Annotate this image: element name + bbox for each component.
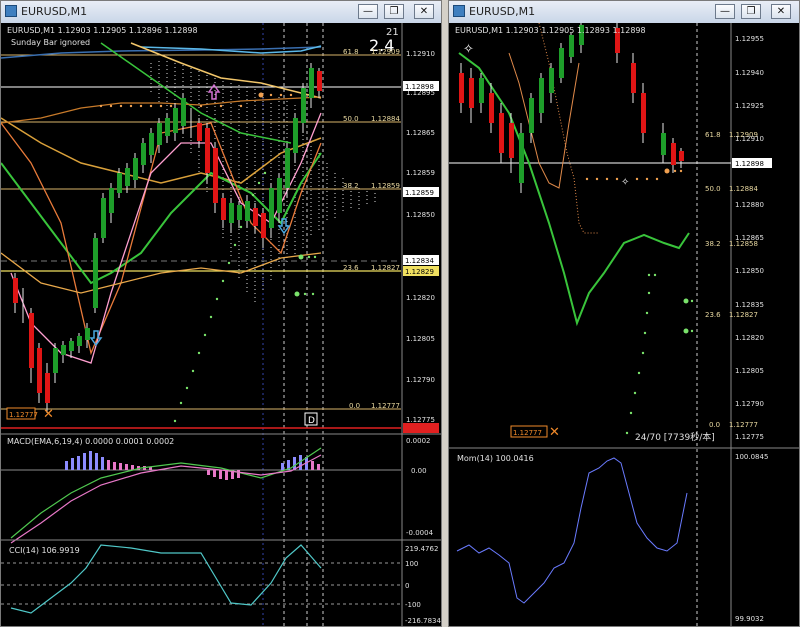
sar-dots	[625, 273, 694, 435]
fib-price-label: 1.12859	[371, 182, 400, 190]
fib-price-label: 1.12884	[729, 185, 758, 193]
cci-axis-label: 0	[405, 582, 409, 590]
left-window-title: EURUSD,M1	[21, 5, 88, 18]
fib-price-label: 1.12909	[371, 48, 400, 56]
fib-level-label: 0.0	[709, 421, 720, 429]
price-axis-label: 1.12790	[406, 376, 435, 384]
resistance-dots	[585, 168, 683, 181]
price-axis-label: 1.12925	[735, 102, 764, 110]
cci-axis-label: -100	[405, 601, 421, 609]
bar-info: 24/70 [7739秒/本]	[635, 431, 715, 443]
close-button[interactable]: ✕	[771, 4, 791, 19]
low-price-label: 1.12777	[513, 429, 542, 437]
current-price-value: 1.12898	[405, 83, 434, 91]
fib-price-label: 1.12827	[371, 264, 400, 272]
price-axis-label: 1.12805	[406, 335, 435, 343]
price-axis-label: 1.12880	[735, 201, 764, 209]
right-chart-area[interactable]: ✧ ✧ ✕ EURUSD,M1 1.12903 1.12905 1.12893 …	[449, 22, 799, 626]
macd-label: MACD(EMA,6,19,4) 0.0000 0.0001 0.0002	[7, 437, 174, 446]
period-marker: D	[308, 416, 315, 426]
left-header-line: EURUSD,M1 1.12903 1.12905 1.12896 1.1289…	[7, 26, 198, 35]
macd-axis-label: -0.0004	[406, 529, 434, 537]
right-title-bar[interactable]: EURUSD,M1 — ❐ ✕	[449, 1, 799, 24]
right-chart-window[interactable]: EURUSD,M1 — ❐ ✕ ✧ ✧ ✕ EURUSD,M1 1.12903 …	[448, 0, 800, 627]
low-price-label: 1.12777	[9, 411, 38, 419]
momentum-panel: Mom(14) 100.0416 100.0845 99.9032	[456, 453, 768, 623]
right-header-line: EURUSD,M1 1.12903 1.12905 1.12893 1.1289…	[455, 26, 646, 35]
price-axis-label: 1.12859	[406, 169, 435, 177]
macd-axis-label: 0.0002	[406, 437, 431, 445]
price-axis-label: 1.12790	[735, 400, 764, 408]
price-axis-label: 1.12775	[735, 433, 764, 441]
momentum-label: Mom(14) 100.0416	[457, 454, 534, 463]
fib-level-label: 50.0	[343, 115, 359, 123]
restore-button[interactable]: ❐	[384, 4, 404, 19]
fib-level-label: 50.0	[705, 185, 721, 193]
fib-level-label: 0.0	[349, 402, 360, 410]
star-marker-icon: ✧	[463, 42, 474, 57]
cci-panel: CCI(14) 106.9919 219.4762 100 0 -100 -21…	[1, 544, 441, 625]
price-axis-label: 1.12820	[406, 294, 435, 302]
minimize-button[interactable]: —	[715, 4, 735, 19]
price-axis-label: 1.12850	[406, 211, 435, 219]
price-axis-label: 1.12910	[406, 50, 435, 58]
left-chart-window[interactable]: EURUSD,M1 — ❐ ✕ ✕ EURUSD,M1 1.12903 1.12…	[0, 0, 442, 627]
price-axis-label: 1.12910	[735, 135, 764, 143]
fib-price-label: 1.12827	[729, 311, 758, 319]
cci-axis-label: 219.4762	[405, 545, 438, 553]
low-marker-icon: ✕	[549, 425, 560, 440]
fib-level-label: 61.8	[705, 131, 721, 139]
minimize-button[interactable]: —	[358, 4, 378, 19]
macd-panel: MACD(EMA,6,19,4) 0.0000 0.0001 0.0002 0.…	[1, 437, 434, 544]
fib-price-label: 1.12777	[371, 402, 400, 410]
price-tag-value: 1.12834	[405, 257, 434, 265]
low-marker-icon: ✕	[43, 407, 54, 422]
price-axis-label: 1.12775	[406, 416, 435, 424]
price-axis-label: 1.12865	[406, 129, 435, 137]
cci-axis-label: -216.7834	[405, 617, 441, 625]
price-axis-label: 1.12850	[735, 267, 764, 275]
price-axis-label: 1.12955	[735, 35, 764, 43]
star-marker-icon: ✧	[621, 177, 629, 188]
cci-label: CCI(14) 106.9919	[9, 546, 80, 555]
price-axis-label: 1.12805	[735, 367, 764, 375]
left-sub-line: Sunday Bar ignored	[11, 38, 90, 47]
fib-price-label: 1.12777	[729, 421, 758, 429]
fib-price-label: 1.12884	[371, 115, 400, 123]
price-tag-value: 1.12829	[405, 268, 434, 276]
price-tag-value: 1.12859	[405, 189, 434, 197]
current-price-value: 1.12898	[735, 160, 764, 168]
fib-level-label: 38.2	[705, 240, 721, 248]
chart-window-icon	[5, 5, 17, 17]
momentum-axis-label: 99.9032	[735, 615, 764, 623]
fib-level-label: 38.2	[343, 182, 359, 190]
price-axis-label: 1.12940	[735, 69, 764, 77]
restore-button[interactable]: ❐	[741, 4, 761, 19]
cci-axis-label: 100	[405, 560, 418, 568]
fib-level-label: 61.8	[343, 48, 359, 56]
price-tag	[403, 423, 439, 433]
fib-level-label: 23.6	[343, 264, 359, 272]
macd-axis-label: 0.00	[411, 467, 427, 475]
price-axis-label: 1.12835	[735, 301, 764, 309]
left-chart-area[interactable]: ✕ EURUSD,M1 1.12903 1.12905 1.12896 1.12…	[1, 23, 441, 626]
close-button[interactable]: ✕	[414, 4, 434, 19]
price-axis-label: 1.12865	[735, 234, 764, 242]
right-window-title: EURUSD,M1	[469, 5, 536, 18]
left-title-bar[interactable]: EURUSD,M1 — ❐ ✕	[1, 1, 441, 24]
momentum-axis-label: 100.0845	[735, 453, 768, 461]
price-axis-label: 1.12820	[735, 334, 764, 342]
fib-level-label: 23.6	[705, 311, 721, 319]
chart-window-icon	[453, 5, 465, 17]
